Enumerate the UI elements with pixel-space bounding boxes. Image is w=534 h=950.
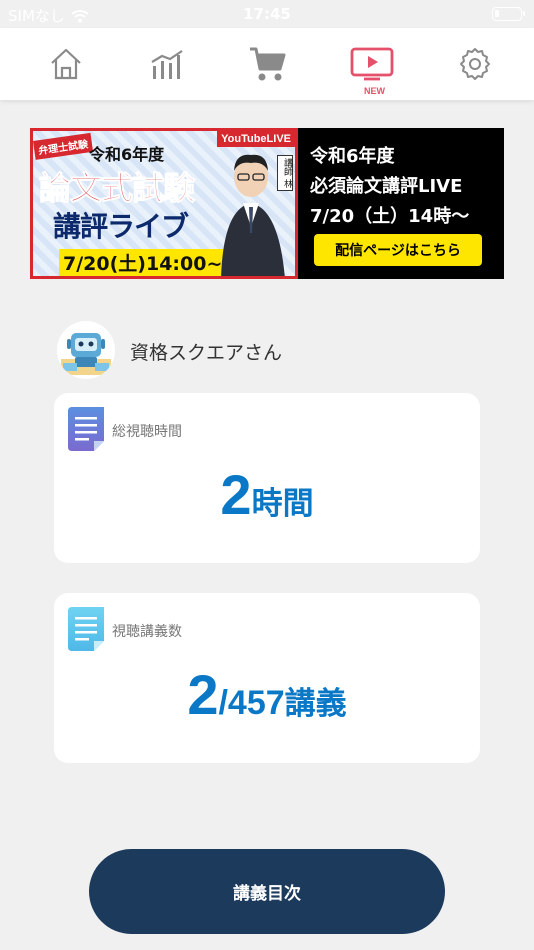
- document-icon: [68, 407, 104, 451]
- promo-banner[interactable]: 弁理士試験 令和6年度 論文式試験 講評ライブ 7/20(土)14:00~ Yo…: [30, 128, 504, 279]
- nav-home[interactable]: [44, 42, 88, 86]
- status-bar: SIMなし 17:45: [0, 0, 534, 28]
- banner-date: 7/20(土)14:00~: [59, 249, 227, 276]
- banner-title: 論文式試験: [38, 169, 195, 208]
- document-icon: [68, 607, 104, 651]
- banner-image: 弁理士試験 令和6年度 論文式試験 講評ライブ 7/20(土)14:00~ Yo…: [30, 128, 298, 279]
- robot-mascot-icon: [57, 321, 115, 379]
- tv-play-icon: [350, 47, 394, 81]
- new-badge: NEW: [364, 86, 385, 96]
- watch-time-label: 総視聴時間: [112, 424, 182, 440]
- watch-time-unit: 時間: [251, 486, 314, 522]
- nav-video[interactable]: NEW: [350, 42, 394, 96]
- banner-subtitle: 講評ライブ: [53, 210, 189, 243]
- youtube-live-badge: YouTubeLIVE: [217, 131, 295, 147]
- banner-year: 令和6年度: [89, 145, 165, 164]
- lectures-value: 2/457講義: [0, 662, 534, 727]
- cart-icon: [250, 47, 286, 81]
- lectures-label: 視聴講義数: [112, 624, 182, 640]
- nav-stats[interactable]: [146, 42, 190, 86]
- banner-info-year: 令和6年度: [310, 146, 395, 167]
- nav-cart[interactable]: [246, 42, 290, 86]
- banner-tag: 弁理士試験: [33, 132, 94, 160]
- gear-icon: [460, 48, 490, 80]
- lectures-unit: 講義: [284, 686, 347, 722]
- banner-info: 令和6年度 必須論文講評LIVE 7/20（土）14時～ 配信ページはこちら: [298, 128, 504, 279]
- bar-chart-icon: [151, 50, 183, 79]
- avatar: [57, 321, 115, 379]
- banner-info-date: 7/20（土）14時～: [310, 206, 470, 227]
- battery-icon: [492, 7, 525, 21]
- banner-info-title: 必須論文講評LIVE: [310, 176, 463, 197]
- watch-time-number: 2: [220, 463, 252, 526]
- nav-settings[interactable]: [453, 42, 497, 86]
- clock: 17:45: [243, 5, 291, 23]
- lectures-watched-number: 2: [187, 663, 219, 726]
- streaming-page-button[interactable]: 配信ページはこちら: [314, 234, 482, 266]
- lecturer-name: 講師 林: [277, 155, 293, 191]
- lectures-total: /457: [218, 684, 285, 722]
- top-nav: NEW: [0, 28, 534, 100]
- user-name: 資格スクエアさん: [130, 342, 283, 364]
- home-icon: [51, 48, 81, 80]
- lecture-index-button[interactable]: 講義目次: [89, 849, 445, 934]
- watch-time-value: 2時間: [0, 462, 534, 527]
